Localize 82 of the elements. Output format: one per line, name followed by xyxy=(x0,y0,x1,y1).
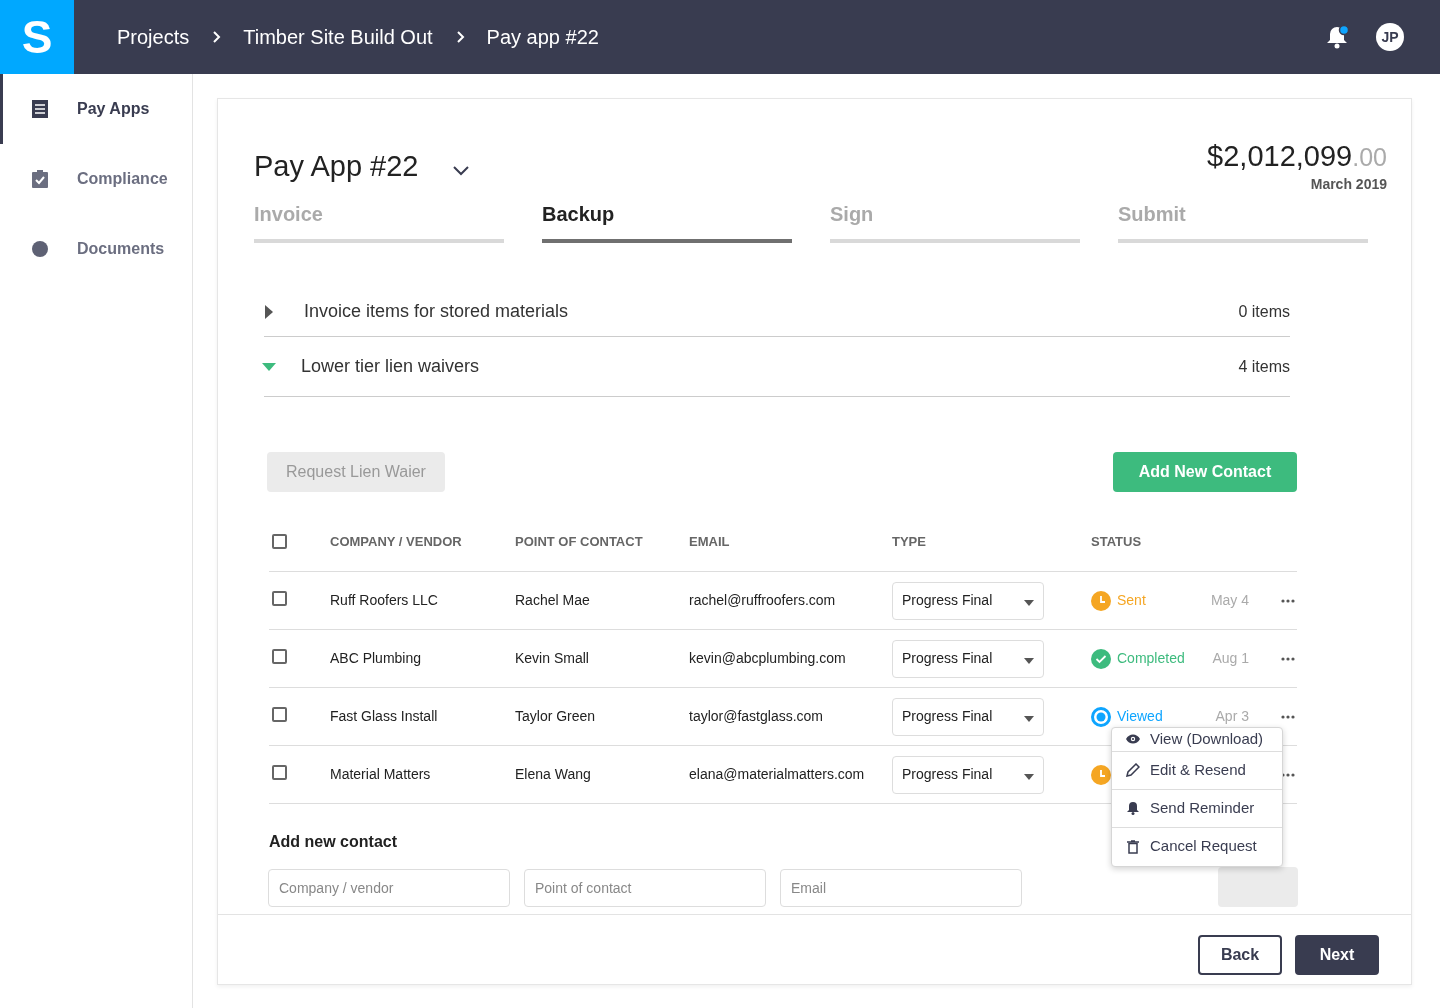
avatar[interactable]: JP xyxy=(1376,23,1404,51)
more-icon[interactable] xyxy=(1281,598,1295,603)
table-cell: elana@materialmatters.com xyxy=(689,766,865,782)
column-header: TYPE xyxy=(892,533,926,549)
caret-down-icon xyxy=(261,361,277,372)
column-header: POINT OF CONTACT xyxy=(515,533,643,549)
input-field[interactable]: Email xyxy=(780,869,1022,907)
type-select[interactable]: Progress Final xyxy=(892,639,1044,678)
eye-icon xyxy=(1126,734,1140,745)
sidebar-item[interactable]: Pay Apps xyxy=(0,74,192,144)
table-cell: Elena Wang xyxy=(515,766,591,782)
caret-down-icon xyxy=(1024,715,1034,722)
input-field[interactable]: Company / vendor xyxy=(268,869,510,907)
amount: $2,012,099.00 xyxy=(1207,139,1387,174)
column-header: EMAIL xyxy=(689,533,730,549)
section-row[interactable]: Lower tier lien waivers 4 items xyxy=(264,337,1290,397)
input-field[interactable]: Point of contact xyxy=(524,869,766,907)
checkbox[interactable] xyxy=(272,706,287,722)
section-row[interactable]: Invoice items for stored materials 0 items xyxy=(264,287,1290,337)
trash-icon xyxy=(1127,839,1139,854)
more-icon[interactable] xyxy=(1281,714,1295,719)
section-title: Lower tier lien waivers xyxy=(301,355,480,378)
sidebar-item[interactable]: Documents xyxy=(0,214,192,284)
checkbox[interactable] xyxy=(272,590,287,606)
status-label: Viewed xyxy=(1117,707,1163,726)
type-select[interactable]: Progress Final xyxy=(892,581,1044,620)
item-count: 4 items xyxy=(1238,356,1290,377)
table-cell: Rachel Mae xyxy=(515,592,590,608)
column-header: COMPANY / VENDOR xyxy=(330,533,462,549)
chevron-right-icon xyxy=(211,30,222,44)
chevron-down-icon[interactable] xyxy=(452,164,471,176)
caret-down-icon xyxy=(1024,657,1034,664)
circle-icon xyxy=(30,239,50,259)
bell-icon[interactable] xyxy=(1325,24,1351,50)
caret-down-icon xyxy=(1024,599,1034,606)
breadcrumb-link[interactable]: Pay app #22 xyxy=(486,22,599,52)
section-heading: Add new contact xyxy=(269,833,397,850)
menu-item[interactable]: Send Reminder xyxy=(1112,789,1282,828)
date-cell: May 4 xyxy=(1210,592,1249,608)
back-button[interactable]: Back xyxy=(1198,935,1282,975)
clock-icon xyxy=(1091,590,1111,611)
table-cell: taylor@fastglass.com xyxy=(689,708,824,724)
column-header: STATUS xyxy=(1091,533,1142,549)
breadcrumb-link[interactable]: Timber Site Build Out xyxy=(243,22,433,52)
table-cell: Material Matters xyxy=(330,766,431,782)
checkbox[interactable] xyxy=(272,533,287,549)
step-tab[interactable]: Backup xyxy=(542,199,792,243)
list-icon xyxy=(30,99,50,119)
caret-down-icon xyxy=(1024,773,1034,780)
checkbox[interactable] xyxy=(272,648,287,664)
section-title: Invoice items for stored materials xyxy=(304,300,569,323)
clipboard-check-icon xyxy=(30,169,50,189)
menu-item[interactable]: Cancel Request xyxy=(1112,827,1282,866)
bell-icon xyxy=(1127,801,1139,815)
table-cell: ABC Plumbing xyxy=(330,650,422,666)
caret-right-icon xyxy=(264,303,274,320)
menu-item[interactable]: Edit & Resend xyxy=(1112,751,1282,790)
table-cell: Ruff Roofers LLC xyxy=(330,592,438,608)
table-cell: Taylor Green xyxy=(515,708,596,724)
sidebar-item[interactable]: Compliance xyxy=(0,144,192,214)
breadcrumb-link[interactable]: Projects xyxy=(117,22,190,52)
status-label: Completed xyxy=(1117,649,1185,668)
date-cell: Apr 3 xyxy=(1215,708,1249,724)
table-cell: Kevin Small xyxy=(515,650,589,666)
pencil-icon xyxy=(1126,763,1140,777)
table-cell: Fast Glass Install xyxy=(330,708,438,724)
date-cell: Aug 1 xyxy=(1212,650,1249,666)
type-select[interactable]: Progress Final xyxy=(892,755,1044,794)
status-label: Sent xyxy=(1117,591,1146,610)
table-cell: kevin@abcplumbing.com xyxy=(689,650,846,666)
check-circle-icon xyxy=(1091,648,1111,669)
table-cell: rachel@ruffroofers.com xyxy=(689,592,836,608)
checkbox[interactable] xyxy=(272,764,287,780)
ring-icon xyxy=(1091,706,1111,727)
date-label: March 2019 xyxy=(1310,175,1387,194)
type-select[interactable]: Progress Final xyxy=(892,697,1044,736)
menu-item[interactable]: View (Download) xyxy=(1112,728,1282,752)
chevron-right-icon xyxy=(454,30,465,44)
page-title: Pay App #22 xyxy=(254,149,419,185)
next-button[interactable]: Next xyxy=(1295,935,1379,975)
more-icon[interactable] xyxy=(1281,656,1295,661)
item-count: 0 items xyxy=(1238,301,1290,322)
